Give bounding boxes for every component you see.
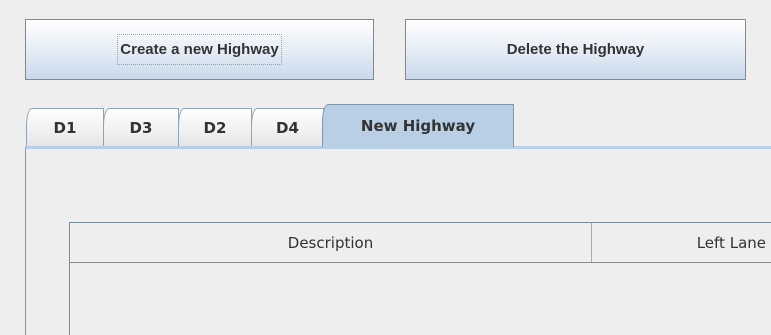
tab-d1[interactable]: D1 <box>26 108 104 146</box>
tab-new-highway[interactable]: New Highway <box>322 104 514 147</box>
tab-new-highway-label: New Highway <box>360 117 476 135</box>
tab-d4[interactable]: D4 <box>251 108 324 146</box>
tab-d2-label: D2 <box>203 118 227 137</box>
table-header: Description Left Lane <box>70 223 771 263</box>
tab-d2[interactable]: D2 <box>178 108 252 146</box>
highway-table: Description Left Lane <box>69 222 771 335</box>
column-header-left-lane[interactable]: Left Lane <box>592 223 771 262</box>
tab-d3-label: D3 <box>129 118 153 137</box>
tab-d1-label: D1 <box>53 118 77 137</box>
tab-d4-label: D4 <box>276 118 299 137</box>
tab-d3[interactable]: D3 <box>103 108 179 146</box>
column-header-description[interactable]: Description <box>70 223 592 262</box>
table-body <box>75 262 771 334</box>
